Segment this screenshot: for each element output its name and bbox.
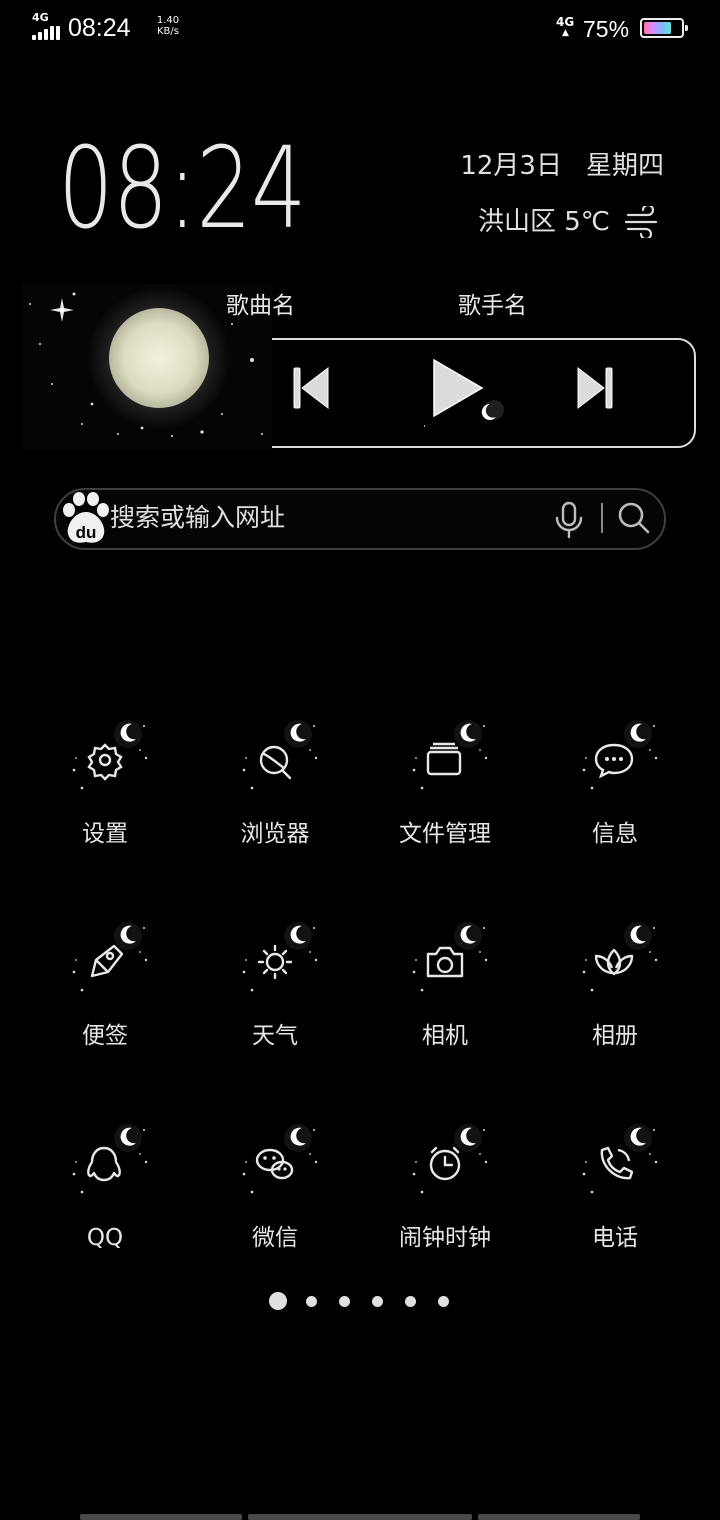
date-text: 12月3日: [460, 151, 562, 181]
app-label: 信息: [592, 821, 638, 847]
page-dot[interactable]: [305, 1295, 317, 1307]
weather-text[interactable]: 洪山区 5℃: [440, 204, 610, 240]
app-gallery[interactable]: 相册: [530, 916, 700, 1096]
app-label: QQ: [86, 1225, 124, 1251]
message-icon: [582, 720, 658, 790]
app-label: 电话: [592, 1225, 638, 1251]
camera-icon: [412, 922, 488, 992]
gear-icon: [72, 720, 148, 790]
app-label: 设置: [82, 821, 128, 847]
artist-name[interactable]: 歌手名: [458, 290, 527, 322]
network-type-label: 4G: [32, 11, 49, 24]
status-bar: 4G 08:24 1.40 KB/s 4G ▲ 75%: [0, 0, 720, 56]
app-label: 便签: [82, 1023, 128, 1049]
page-dot[interactable]: [269, 1292, 287, 1310]
folder-icon: [412, 720, 488, 790]
app-label: 相机: [422, 1023, 468, 1049]
app-label: 天气: [252, 1023, 298, 1049]
song-name[interactable]: 歌曲名: [226, 290, 295, 322]
network-speed: 1.40 KB/s: [148, 15, 188, 37]
app-clock[interactable]: 闹钟时钟: [360, 1118, 530, 1298]
app-wechat[interactable]: 微信: [190, 1118, 360, 1298]
app-label: 相册: [592, 1023, 638, 1049]
next-icon[interactable]: [572, 360, 622, 416]
app-qq[interactable]: QQ: [20, 1118, 190, 1298]
clock-widget-time[interactable]: 08:24: [58, 126, 307, 252]
phone-icon: [582, 1124, 658, 1194]
wind-icon: [624, 206, 658, 238]
signal-icon: 4G: [32, 12, 62, 40]
page-dot[interactable]: [437, 1295, 449, 1307]
navigation-bar[interactable]: [80, 1514, 640, 1520]
search-input[interactable]: 搜索或输入网址: [110, 500, 285, 536]
nav-segment-center[interactable]: [248, 1514, 472, 1520]
previous-icon[interactable]: [286, 360, 336, 416]
app-label: 闹钟时钟: [399, 1225, 491, 1251]
clock-widget-date[interactable]: 12月3日 星期四: [440, 148, 664, 184]
nav-segment-left[interactable]: [80, 1514, 242, 1520]
app-label: 文件管理: [399, 821, 491, 847]
svg-text:du: du: [76, 523, 97, 542]
app-weather[interactable]: 天气: [190, 916, 360, 1096]
app-phone[interactable]: 电话: [530, 1118, 700, 1298]
sun-icon: [242, 922, 318, 992]
app-notes[interactable]: 便签: [20, 916, 190, 1096]
play-icon[interactable]: [424, 352, 504, 428]
app-label: 浏览器: [240, 821, 310, 847]
weekday-text: 星期四: [585, 151, 664, 181]
nav-segment-right[interactable]: [478, 1514, 640, 1520]
mic-icon[interactable]: [552, 500, 586, 540]
app-file-manager[interactable]: 文件管理: [360, 714, 530, 894]
app-settings[interactable]: 设置: [20, 714, 190, 894]
app-messages[interactable]: 信息: [530, 714, 700, 894]
status-time: 08:24: [68, 14, 131, 42]
search-icon[interactable]: [616, 500, 652, 536]
page-dot[interactable]: [404, 1295, 416, 1307]
network-type-label-right: 4G: [556, 15, 575, 29]
data-activity-icon: 4G ▲: [556, 15, 575, 38]
battery-percent: 75%: [583, 16, 630, 42]
app-camera[interactable]: 相机: [360, 916, 530, 1096]
battery-level-fill: [644, 22, 671, 34]
network-speed-value: 1.40: [156, 15, 180, 26]
page-dot[interactable]: [338, 1295, 350, 1307]
search-divider: [601, 503, 603, 533]
network-speed-unit: KB/s: [157, 26, 179, 37]
wechat-icon: [242, 1124, 318, 1194]
clock-icon: [412, 1124, 488, 1194]
baidu-icon[interactable]: du: [60, 490, 110, 546]
penguin-icon: [72, 1124, 148, 1194]
battery-icon: [640, 18, 688, 38]
page-dot[interactable]: [371, 1295, 383, 1307]
lotus-icon: [582, 922, 658, 992]
app-browser[interactable]: 浏览器: [190, 714, 360, 894]
app-label: 微信: [252, 1225, 298, 1251]
note-icon: [72, 922, 148, 992]
browser-icon: [242, 720, 318, 790]
